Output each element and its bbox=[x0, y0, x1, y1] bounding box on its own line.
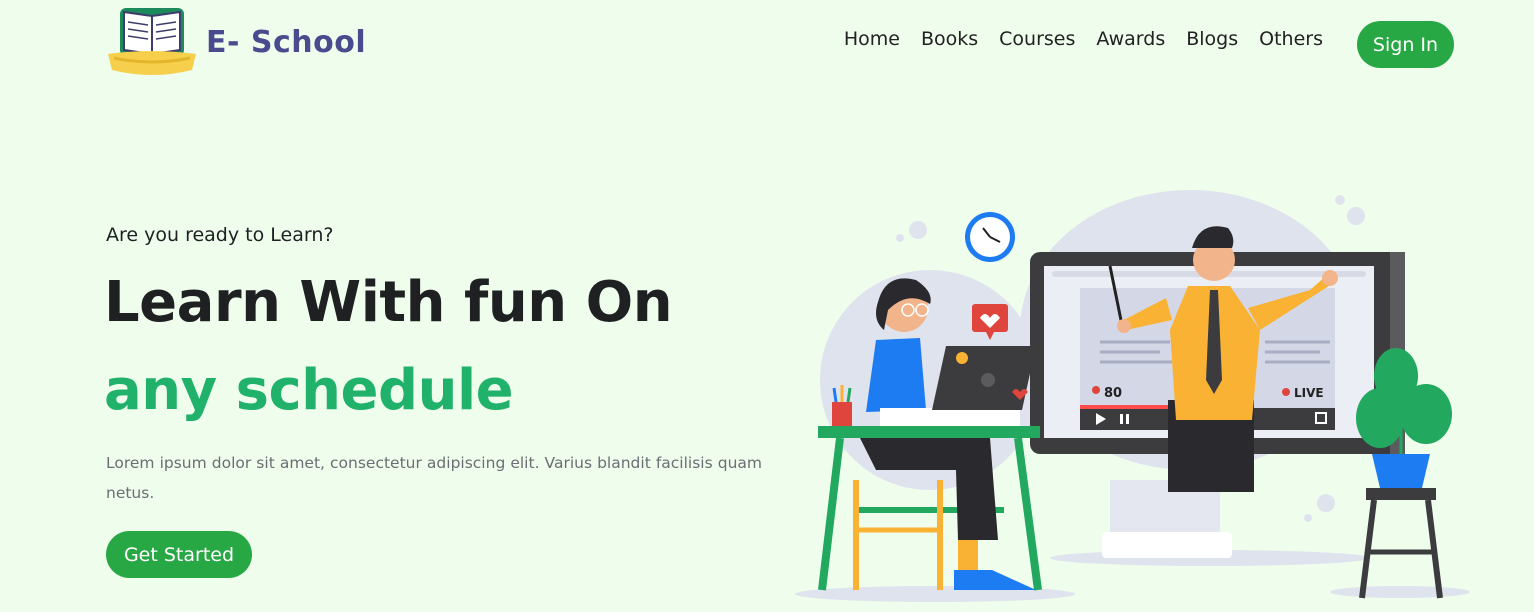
viewer-count: 80 bbox=[1104, 386, 1122, 401]
live-label: LIVE bbox=[1294, 386, 1324, 400]
chair bbox=[853, 480, 943, 590]
nav-others[interactable]: Others bbox=[1259, 26, 1323, 52]
hero-title-line1: Learn With fun On bbox=[104, 270, 673, 335]
nav-books[interactable]: Books bbox=[921, 26, 978, 52]
clock-icon bbox=[965, 212, 1015, 262]
main-nav: Home Books Courses Awards Blogs Others bbox=[844, 26, 1323, 52]
open-book-icon bbox=[108, 8, 196, 75]
laptop bbox=[932, 346, 1036, 410]
nav-awards[interactable]: Awards bbox=[1096, 26, 1165, 52]
hero-subtitle: Are you ready to Learn? bbox=[106, 224, 334, 246]
hero-title: Learn With fun On any schedule bbox=[104, 267, 673, 427]
brand-name: E- School bbox=[206, 24, 367, 60]
online-learning-illustration: 80 LIVE bbox=[795, 190, 1470, 602]
nav-blogs[interactable]: Blogs bbox=[1186, 26, 1238, 52]
nav-courses[interactable]: Courses bbox=[999, 26, 1075, 52]
get-started-button[interactable]: Get Started bbox=[106, 531, 252, 578]
hero-description: Lorem ipsum dolor sit amet, consectetur … bbox=[106, 454, 762, 502]
logo[interactable]: E- School bbox=[106, 4, 366, 80]
sign-in-button[interactable]: Sign In bbox=[1357, 21, 1454, 68]
nav-home[interactable]: Home bbox=[844, 26, 900, 52]
hero-title-line2: any schedule bbox=[104, 358, 514, 423]
